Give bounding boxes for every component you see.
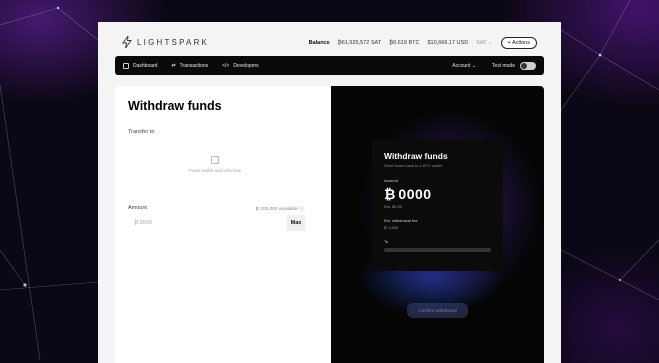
balance-sat: ₿61,925,572 SAT: [337, 40, 382, 46]
bitcoin-icon: ₿: [384, 186, 396, 202]
main-nav: Dashboard ⇄ Transactions </> Developers …: [115, 56, 544, 75]
unit-selector-label: SAT: [476, 40, 487, 46]
nav-item-dashboard[interactable]: Dashboard: [123, 62, 158, 69]
preview-to-label: To: [384, 239, 389, 244]
available-text: ₿ 200,000 available: [255, 207, 298, 212]
lightspark-logo[interactable]: LIGHTSPARK: [122, 36, 209, 48]
nav-item-label: Dashboard: [133, 62, 158, 69]
paste-hint: Paste wallet and withdraw: [188, 168, 242, 173]
chevron-down-icon: ⌄: [471, 62, 476, 69]
paste-wallet-area[interactable]: Paste wallet and withdraw: [175, 156, 255, 173]
confirm-withdrawal-button[interactable]: Confirm withdrawal: [407, 303, 468, 318]
code-icon: </>: [222, 62, 230, 69]
page-title: Withdraw funds: [128, 99, 222, 113]
preview-fee-label: Est. withdrawal fee: [384, 218, 418, 223]
paste-icon: [211, 156, 219, 164]
balance-btc: ₿0.619 BTC: [389, 40, 420, 46]
test-mode-toggle[interactable]: [520, 61, 536, 70]
preview-amount-label: Amount: [384, 178, 398, 183]
logo-text: LIGHTSPARK: [137, 37, 210, 47]
available-balance: ₿ 200,000 available ⓘ: [255, 205, 304, 212]
preview-to-address: [384, 248, 491, 252]
nav-item-label: Transactions: [179, 62, 209, 69]
amount-label: Amount: [128, 205, 147, 211]
preview-title: Withdraw funds: [384, 151, 448, 161]
account-menu[interactable]: Account ⌄: [452, 63, 476, 69]
amount-input[interactable]: ₿ 0000: [128, 215, 288, 231]
balance-bar: Balance ₿61,925,572 SAT ₿0.619 BTC $10,6…: [309, 37, 537, 49]
transfer-to-label: Transfer to: [128, 129, 155, 135]
preview-panel: Withdraw funds Send funds back to a BTC …: [331, 86, 544, 363]
test-mode-label: Test mode: [491, 62, 515, 69]
nav-right: Account ⌄ Test mode: [452, 61, 536, 70]
withdraw-form-panel: Withdraw funds Transfer to Paste wallet …: [115, 86, 331, 363]
withdraw-preview-card: Withdraw funds Send funds back to a BTC …: [372, 139, 503, 271]
lightspark-logo-icon: [122, 36, 132, 48]
chevron-down-icon: ⌄: [487, 40, 493, 46]
preview-subtitle: Send funds back to a BTC wallet: [384, 163, 443, 168]
test-mode: Test mode: [491, 61, 536, 70]
balance-label: Balance: [308, 40, 330, 46]
max-button[interactable]: Max: [287, 215, 305, 231]
preview-est-usd: Est. $0.00: [384, 204, 403, 209]
nav-item-label: Developers: [233, 62, 259, 69]
unit-selector[interactable]: SAT ⌄: [476, 40, 492, 46]
actions-button[interactable]: + Actions: [500, 37, 537, 49]
account-label: Account: [452, 62, 471, 69]
top-header: LIGHTSPARK Balance ₿61,925,572 SAT ₿0.61…: [98, 22, 561, 56]
balance-usd: $10,666.17 USD: [427, 40, 469, 46]
preview-amount-value: 0000: [398, 186, 432, 202]
dashboard-icon: [123, 62, 129, 69]
transactions-icon: ⇄: [171, 62, 176, 69]
preview-amount: ₿ 0000: [384, 186, 491, 202]
info-icon: ⓘ: [299, 207, 304, 212]
preview-fee-value: ₿ 1,500: [384, 225, 399, 230]
app-window: LIGHTSPARK Balance ₿61,925,572 SAT ₿0.61…: [98, 22, 561, 363]
nav-item-transactions[interactable]: ⇄ Transactions: [171, 63, 208, 69]
nav-item-developers[interactable]: </> Developers: [222, 63, 259, 69]
